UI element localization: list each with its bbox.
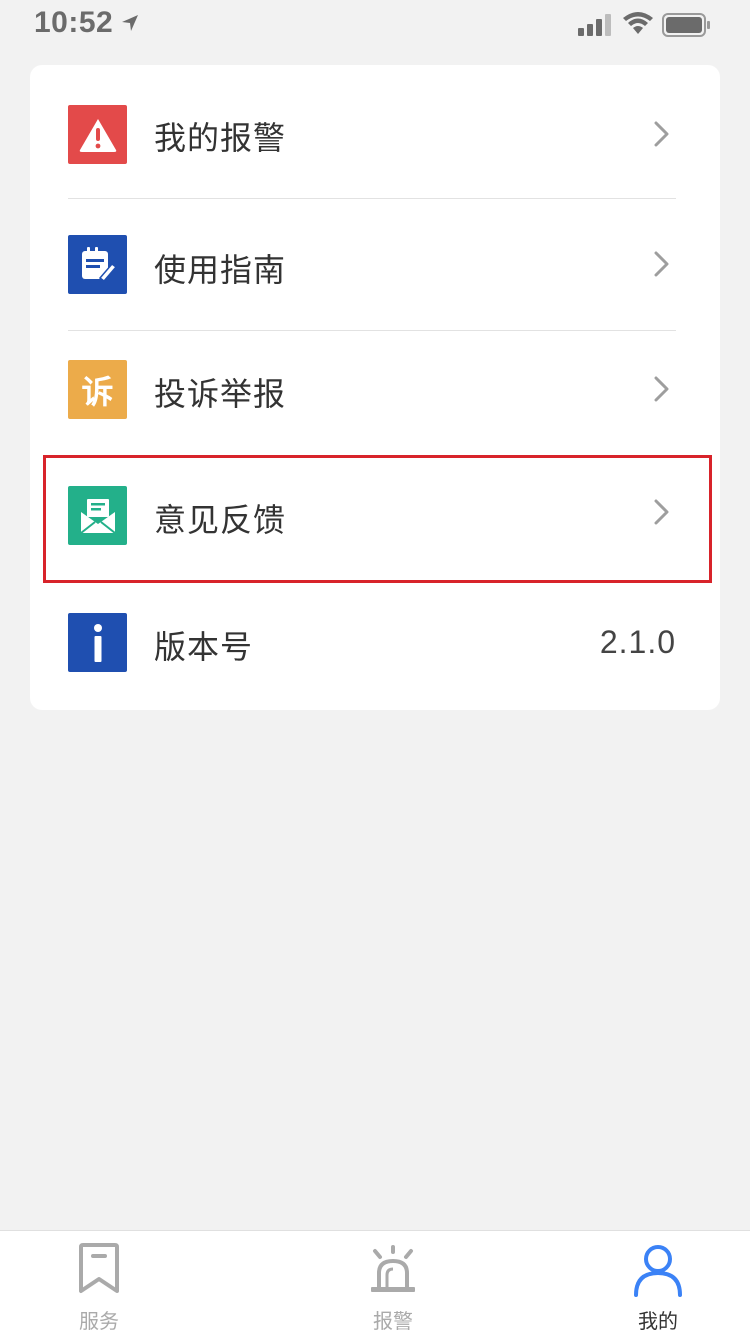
status-time: 10:52 — [34, 6, 114, 39]
menu-item-user-guide[interactable]: 使用指南 — [30, 199, 720, 329]
menu-item-label: 使用指南 — [154, 251, 287, 289]
version-value: 2.1.0 — [599, 624, 676, 660]
tab-label: 我的 — [638, 1309, 678, 1333]
tab-label: 服务 — [79, 1309, 119, 1333]
battery-icon — [662, 13, 710, 37]
complaint-icon: 诉 — [68, 360, 127, 419]
wifi-icon — [623, 12, 653, 34]
menu-item-label: 投诉举报 — [154, 375, 287, 413]
notepad-pen-icon — [68, 235, 127, 294]
info-icon — [68, 613, 127, 672]
tab-bar: 服务 报警 我的 — [0, 1230, 750, 1334]
location-arrow-icon — [122, 15, 138, 31]
menu-item-my-alarms[interactable]: 我的报警 — [30, 65, 720, 195]
tab-mine[interactable]: 我的 — [598, 1231, 718, 1334]
chevron-right-icon — [654, 251, 669, 277]
menu-item-version: 版本号 2.1.0 — [30, 580, 720, 710]
highlight-box — [43, 455, 712, 583]
chevron-right-icon — [654, 376, 669, 402]
tab-services[interactable]: 服务 — [39, 1231, 159, 1334]
menu-item-label: 版本号 — [154, 628, 254, 666]
menu-item-label: 我的报警 — [154, 119, 287, 157]
tab-label: 报警 — [373, 1309, 413, 1333]
siren-icon — [371, 1245, 415, 1292]
cellular-signal-icon — [578, 14, 611, 36]
tab-alarm[interactable]: 报警 — [333, 1231, 453, 1334]
chevron-right-icon — [654, 121, 669, 147]
status-bar: 10:52 — [0, 0, 750, 50]
person-icon — [634, 1245, 682, 1297]
menu-card: 我的报警 使用指南 诉 投诉举报 意见反馈 版本号 2.1.0 — [30, 65, 720, 710]
menu-item-complaint-report[interactable]: 诉 投诉举报 — [30, 331, 720, 461]
bookmark-icon — [79, 1243, 119, 1293]
alarm-warning-icon — [68, 105, 127, 164]
